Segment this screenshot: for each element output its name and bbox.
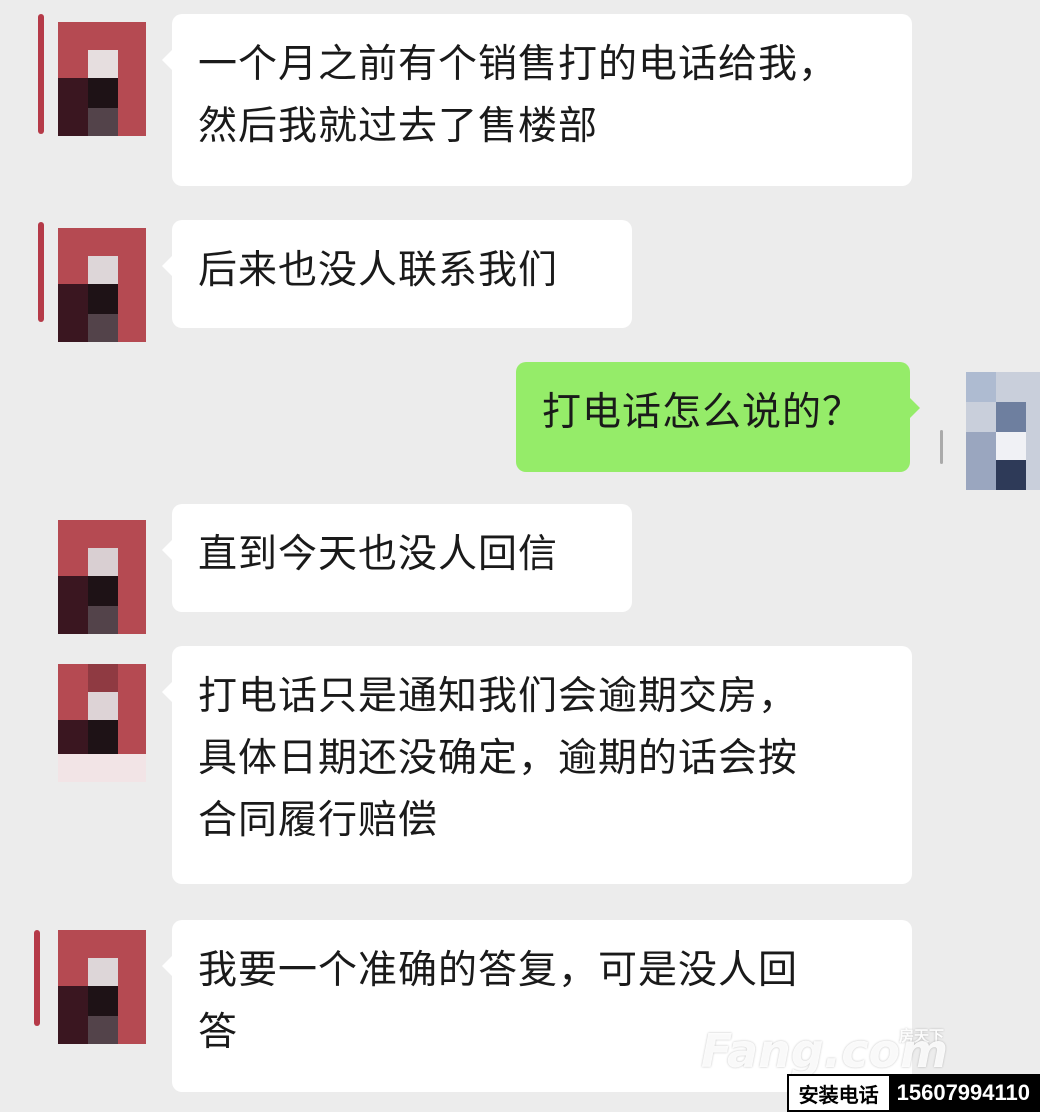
avatar-pixel xyxy=(58,284,88,342)
avatar-pixel xyxy=(58,576,88,634)
avatar-pixel xyxy=(88,78,118,108)
avatar-pixel xyxy=(58,720,88,754)
avatar-edge-decor xyxy=(940,430,943,464)
avatar-pixel xyxy=(966,432,996,490)
avatar[interactable] xyxy=(58,664,146,784)
avatar[interactable] xyxy=(58,228,146,342)
my-avatar[interactable] xyxy=(966,372,1040,490)
avatar-pixel xyxy=(88,692,118,720)
message-bubble-incoming[interactable]: 后来也没人联系我们 xyxy=(162,220,632,328)
avatar-pixel xyxy=(88,720,118,754)
install-phone-bar: 安装电话 15607994110 xyxy=(786,1074,1040,1112)
avatar-pixel xyxy=(88,50,118,78)
install-phone-number: 15607994110 xyxy=(888,1076,1038,1110)
avatar-pixel xyxy=(966,372,996,402)
avatar-pixel xyxy=(88,576,118,606)
avatar-pixel xyxy=(88,986,118,1016)
message-bubble-incoming[interactable]: 打电话只是通知我们会逾期交房， 具体日期还没确定，逾期的话会按 合同履行赔偿 xyxy=(162,646,912,884)
avatar-pixel xyxy=(996,460,1026,490)
avatar-pixel xyxy=(996,402,1026,432)
avatar-pixel xyxy=(58,78,88,136)
message-bubble-outgoing[interactable]: 打电话怎么说的？ xyxy=(516,362,920,472)
avatar-pixel xyxy=(88,1016,118,1044)
avatar-pixel xyxy=(58,986,88,1044)
avatar[interactable] xyxy=(58,22,146,136)
install-phone-label: 安装电话 xyxy=(788,1076,889,1110)
avatar-pixel xyxy=(58,754,146,782)
watermark-logo: Fang.com xyxy=(700,1024,948,1078)
avatar-edge-decor xyxy=(38,222,44,322)
avatar-pixel xyxy=(88,606,118,634)
avatar-pixel xyxy=(88,256,118,284)
avatar[interactable] xyxy=(58,520,146,634)
avatar-pixel xyxy=(88,108,118,136)
avatar-edge-decor xyxy=(38,14,44,134)
avatar-edge-decor xyxy=(34,930,40,1026)
message-bubble-incoming[interactable]: 直到今天也没人回信 xyxy=(162,504,632,612)
avatar-pixel xyxy=(996,432,1026,460)
avatar-pixel xyxy=(88,958,118,986)
avatar[interactable] xyxy=(58,930,146,1044)
avatar-pixel xyxy=(88,664,118,692)
avatar-pixel xyxy=(88,548,118,576)
message-bubble-incoming[interactable]: 一个月之前有个销售打的电话给我， 然后我就过去了售楼部 xyxy=(162,14,912,186)
avatar-pixel xyxy=(88,284,118,314)
avatar-pixel xyxy=(88,314,118,342)
